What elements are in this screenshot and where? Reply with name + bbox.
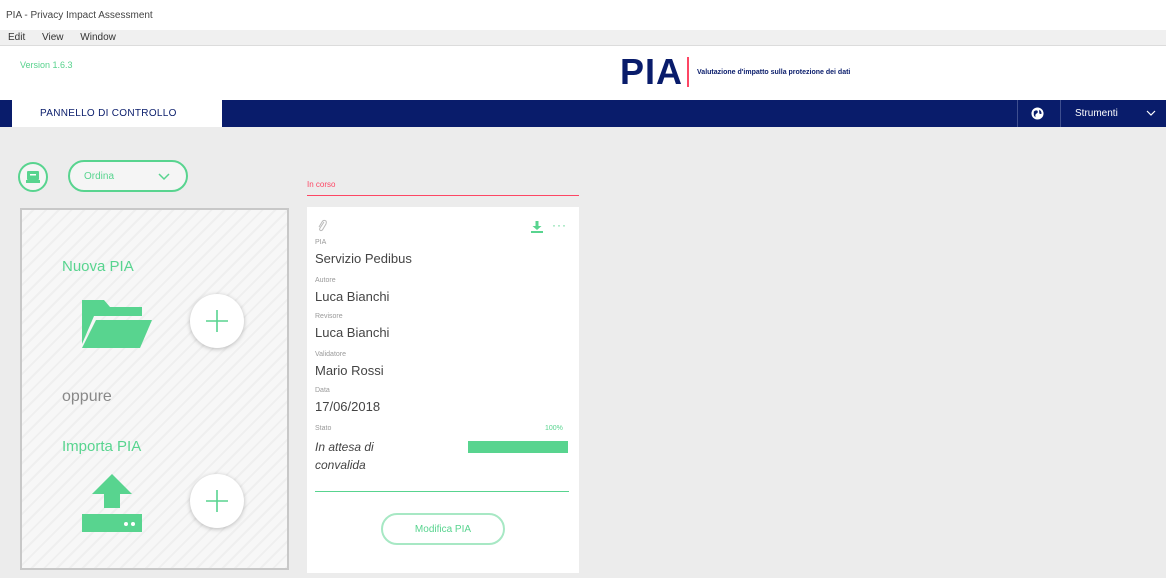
new-pia-button[interactable] — [190, 294, 244, 348]
card-divider — [315, 491, 569, 492]
menu-view[interactable]: View — [34, 30, 70, 43]
window-titlebar: PIA - Privacy Impact Assessment — [0, 0, 1166, 30]
pia-card: ··· PIA Servizio Pedibus Autore Luca Bia… — [307, 207, 579, 573]
brand-header: Version 1.6.3 PIA Valutazione d'impatto … — [0, 46, 1166, 100]
nav-separator — [1060, 100, 1061, 127]
new-pia-title[interactable]: Nuova PIA — [62, 258, 134, 275]
app-logo[interactable]: PIA Valutazione d'impatto sulla protezio… — [620, 52, 850, 92]
import-pia-title[interactable]: Importa PIA — [62, 438, 141, 455]
folder-icon[interactable] — [80, 294, 154, 350]
tools-menu[interactable]: Strumenti — [1075, 108, 1118, 119]
field-label-pia: PIA — [315, 239, 327, 246]
plus-icon — [206, 490, 228, 512]
paperclip-icon[interactable] — [317, 219, 327, 233]
main-navbar: PANNELLO DI CONTROLLO Strumenti — [0, 100, 1166, 127]
field-label-validator: Validatore — [315, 351, 347, 358]
download-icon[interactable] — [531, 221, 543, 233]
plus-icon — [206, 310, 228, 332]
chevron-down-icon — [158, 173, 170, 181]
field-value-author: Luca Bianchi — [315, 289, 390, 304]
tab-dashboard[interactable]: PANNELLO DI CONTROLLO — [8, 100, 222, 127]
menu-edit[interactable]: Edit — [0, 30, 31, 43]
menu-bar: Edit View Window — [0, 30, 1166, 46]
sort-dropdown-label: Ordina — [84, 171, 115, 182]
field-label-evaluator: Revisore — [315, 313, 343, 320]
or-separator-text: oppure — [62, 388, 112, 405]
field-value-validator: Mario Rossi — [315, 363, 384, 378]
edit-pia-button-label: Modifica PIA — [414, 524, 472, 535]
archive-icon — [26, 171, 40, 183]
window-title: PIA - Privacy Impact Assessment — [6, 10, 153, 21]
field-label-author: Autore — [315, 277, 336, 284]
new-import-panel: Nuova PIA oppure Importa PIA — [20, 208, 289, 570]
sort-dropdown[interactable]: Ordina — [68, 160, 188, 192]
field-value-evaluator: Luca Bianchi — [315, 325, 390, 340]
menu-window[interactable]: Window — [72, 30, 122, 43]
upload-icon[interactable] — [80, 472, 144, 534]
logo-text: PIA — [620, 51, 684, 92]
version-label: Version 1.6.3 — [20, 60, 73, 70]
field-value-pia: Servizio Pedibus — [315, 251, 412, 266]
progress-bar — [468, 441, 568, 453]
field-label-status: Stato — [315, 425, 332, 432]
status-column-divider — [307, 195, 579, 196]
edit-pia-button[interactable]: Modifica PIA — [381, 513, 505, 545]
globe-icon[interactable] — [1031, 107, 1044, 120]
logo-divider — [687, 57, 690, 87]
field-label-date: Data — [315, 387, 330, 394]
field-value-status: In attesa di convalida — [315, 440, 374, 472]
nav-separator — [1017, 100, 1018, 127]
view-toggle-button[interactable] — [18, 162, 48, 192]
field-value-date: 17/06/2018 — [315, 399, 381, 414]
more-options-icon[interactable]: ··· — [552, 218, 567, 232]
logo-tagline: Valutazione d'impatto sulla protezione d… — [697, 68, 851, 76]
progress-bar-fill — [468, 441, 568, 453]
tab-dashboard-label: PANNELLO DI CONTROLLO — [40, 108, 177, 119]
import-pia-button[interactable] — [190, 474, 244, 528]
chevron-down-icon[interactable] — [1146, 108, 1156, 118]
status-column-title: In corso — [307, 180, 336, 189]
progress-percent: 100% — [545, 425, 563, 432]
